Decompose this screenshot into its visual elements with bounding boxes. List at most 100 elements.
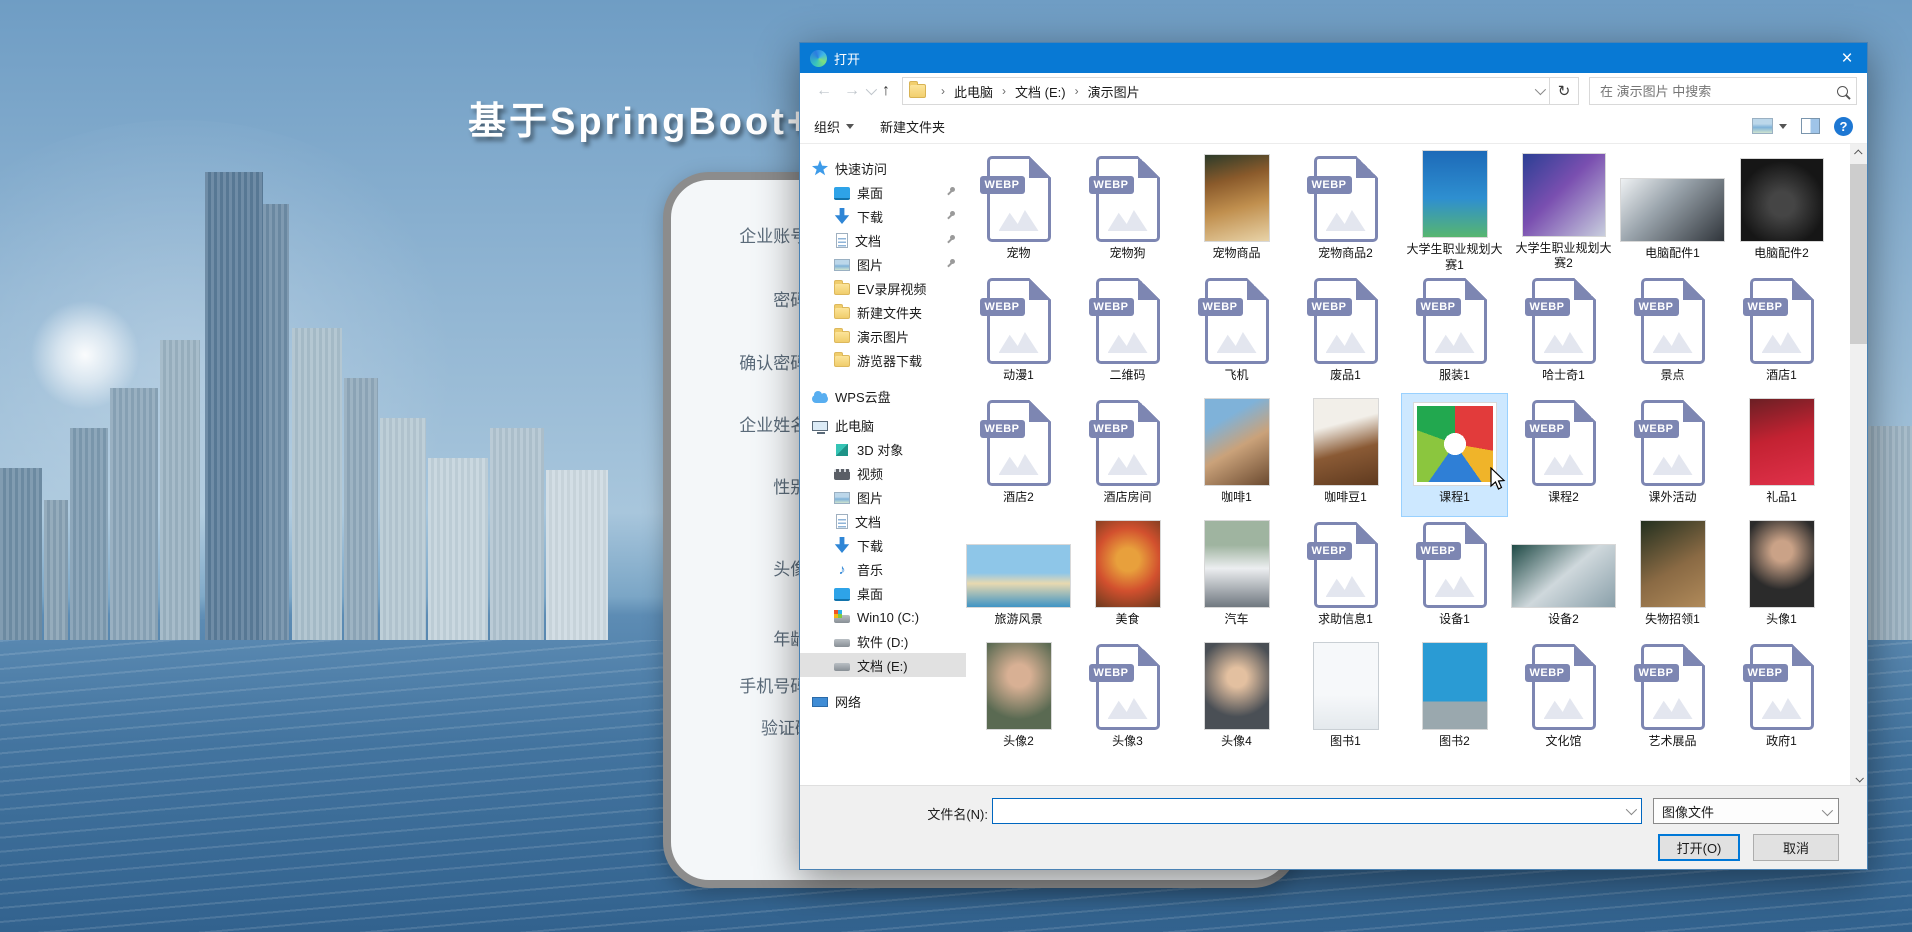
file-item[interactable]: WEBP: [1184, 760, 1289, 787]
file-item[interactable]: WEBP政府1: [1729, 638, 1834, 760]
new-folder-button[interactable]: 新建文件夹: [880, 117, 945, 136]
file-item[interactable]: 宠物商品: [1184, 150, 1289, 272]
preview-pane-icon[interactable]: [1801, 118, 1820, 134]
file-item[interactable]: 图书2: [1402, 638, 1507, 760]
sidebar-item[interactable]: 桌面: [800, 180, 966, 204]
sidebar-item[interactable]: 新建文件夹: [800, 300, 966, 324]
file-item[interactable]: 图书1: [1293, 638, 1398, 760]
sidebar-item[interactable]: 游览器下载: [800, 348, 966, 372]
breadcrumb-drive-e[interactable]: 文档 (E:): [1013, 82, 1068, 101]
sidebar-item[interactable]: 3D 对象: [800, 437, 966, 461]
sidebar-item[interactable]: 软件 (D:): [800, 629, 966, 653]
sidebar-item[interactable]: EV录屏视频: [800, 276, 966, 300]
file-item[interactable]: 头像4: [1184, 638, 1289, 760]
file-item[interactable]: 头像1: [1729, 516, 1834, 638]
sidebar-item[interactable]: ♪音乐: [800, 557, 966, 581]
help-icon[interactable]: ?: [1834, 117, 1853, 136]
open-button[interactable]: 打开(O): [1658, 834, 1740, 861]
file-item[interactable]: WEBP二维码: [1075, 272, 1180, 394]
organize-button[interactable]: 组织: [814, 117, 854, 136]
file-item[interactable]: WEBP废品1: [1293, 272, 1398, 394]
file-item[interactable]: WEBP艺术展品: [1620, 638, 1725, 760]
history-chevron-icon[interactable]: [866, 84, 877, 95]
file-item[interactable]: WEBP设备1: [1402, 516, 1507, 638]
file-item[interactable]: 电脑配件2: [1729, 150, 1834, 272]
scrollbar-thumb[interactable]: [1850, 164, 1867, 344]
back-icon[interactable]: ←: [816, 82, 832, 100]
image-thumbnail: [1413, 402, 1497, 486]
file-item[interactable]: WEBP哈士奇1: [1511, 272, 1616, 394]
sidebar-item-label: 文档: [855, 231, 881, 250]
file-item[interactable]: WEBP景点: [1620, 272, 1725, 394]
file-item[interactable]: [1402, 760, 1507, 787]
file-item[interactable]: 旅游风景: [966, 516, 1071, 638]
file-item[interactable]: 课程1: [1402, 394, 1507, 516]
file-item: [1293, 760, 1398, 787]
forward-icon[interactable]: →: [844, 82, 860, 100]
sidebar-item[interactable]: WPS云盘: [800, 384, 966, 408]
view-mode-button[interactable]: [1752, 118, 1787, 134]
file-item[interactable]: WEBP酒店2: [966, 394, 1071, 516]
file-item[interactable]: 头像2: [966, 638, 1071, 760]
file-item[interactable]: WEBP动漫1: [966, 272, 1071, 394]
sidebar-item[interactable]: 下载: [800, 533, 966, 557]
file-item[interactable]: WEBP宠物狗: [1075, 150, 1180, 272]
file-item[interactable]: 失物招领1: [1620, 516, 1725, 638]
filename-input[interactable]: [993, 799, 1619, 823]
scrollbar[interactable]: [1850, 144, 1867, 787]
file-item[interactable]: WEBP: [966, 760, 1071, 787]
search-box[interactable]: [1589, 77, 1857, 105]
file-item[interactable]: WEBP宠物: [966, 150, 1071, 272]
building: [344, 378, 378, 640]
file-item[interactable]: WEBP文化馆: [1511, 638, 1616, 760]
file-name-label: 求助信息1: [1318, 612, 1373, 628]
file-item[interactable]: 美食: [1075, 516, 1180, 638]
breadcrumb-this-pc[interactable]: 此电脑: [952, 82, 995, 101]
sidebar-item[interactable]: 网络: [800, 689, 966, 713]
breadcrumb-demo-pictures[interactable]: 演示图片: [1086, 82, 1142, 101]
sidebar-item[interactable]: 下载: [800, 204, 966, 228]
file-item[interactable]: WEBP课程2: [1511, 394, 1616, 516]
file-item[interactable]: WEBP宠物商品2: [1293, 150, 1398, 272]
filetype-select[interactable]: 图像文件: [1653, 798, 1839, 824]
sidebar-item[interactable]: 图片: [800, 485, 966, 509]
file-item[interactable]: 汽车: [1184, 516, 1289, 638]
filename-field[interactable]: [992, 798, 1642, 824]
file-item[interactable]: WEBP酒店房间: [1075, 394, 1180, 516]
file-item[interactable]: 咖啡豆1: [1293, 394, 1398, 516]
file-item[interactable]: WEBP酒店1: [1729, 272, 1834, 394]
sidebar-item[interactable]: 文档 (E:): [800, 653, 966, 677]
file-item[interactable]: 设备2: [1511, 516, 1616, 638]
file-item[interactable]: WEBP飞机: [1184, 272, 1289, 394]
file-item[interactable]: 大学生职业规划大赛1: [1402, 150, 1507, 272]
file-item[interactable]: WEBP求助信息1: [1293, 516, 1398, 638]
sidebar-item[interactable]: 桌面: [800, 581, 966, 605]
dialog-titlebar[interactable]: 打开 ×: [800, 43, 1867, 73]
file-item[interactable]: 大学生职业规划大赛2: [1511, 150, 1616, 272]
file-item[interactable]: WEBP课外活动: [1620, 394, 1725, 516]
filename-dropdown-chevron-icon[interactable]: [1619, 807, 1641, 815]
file-item[interactable]: WEBP服装1: [1402, 272, 1507, 394]
file-item[interactable]: 电脑配件1: [1620, 150, 1725, 272]
sidebar-item[interactable]: 视频: [800, 461, 966, 485]
file-item[interactable]: WEBP头像3: [1075, 638, 1180, 760]
sidebar-item[interactable]: 快速访问: [800, 156, 966, 180]
sidebar-item[interactable]: 此电脑: [800, 413, 966, 437]
cancel-button[interactable]: 取消: [1753, 834, 1839, 861]
file-item[interactable]: 咖啡1: [1184, 394, 1289, 516]
file-item[interactable]: 礼品1: [1729, 394, 1834, 516]
sidebar-item[interactable]: 文档: [800, 228, 966, 252]
sidebar-item[interactable]: 演示图片: [800, 324, 966, 348]
sidebar-item[interactable]: 图片: [800, 252, 966, 276]
search-input[interactable]: [1598, 83, 1837, 100]
sidebar-item[interactable]: 文档: [800, 509, 966, 533]
close-icon[interactable]: ×: [1827, 43, 1867, 73]
sidebar-item[interactable]: Win10 (C:): [800, 605, 966, 629]
scroll-up-icon[interactable]: [1850, 144, 1867, 161]
address-box[interactable]: › 此电脑 › 文档 (E:) › 演示图片: [902, 77, 1550, 105]
refresh-icon[interactable]: ↻: [1550, 77, 1579, 105]
file-item[interactable]: WEBP: [1075, 760, 1180, 787]
sidebar-item-label: 游览器下载: [857, 351, 922, 370]
up-icon[interactable]: ↑: [882, 82, 890, 100]
address-dropdown-chevron-icon[interactable]: [1535, 84, 1546, 95]
